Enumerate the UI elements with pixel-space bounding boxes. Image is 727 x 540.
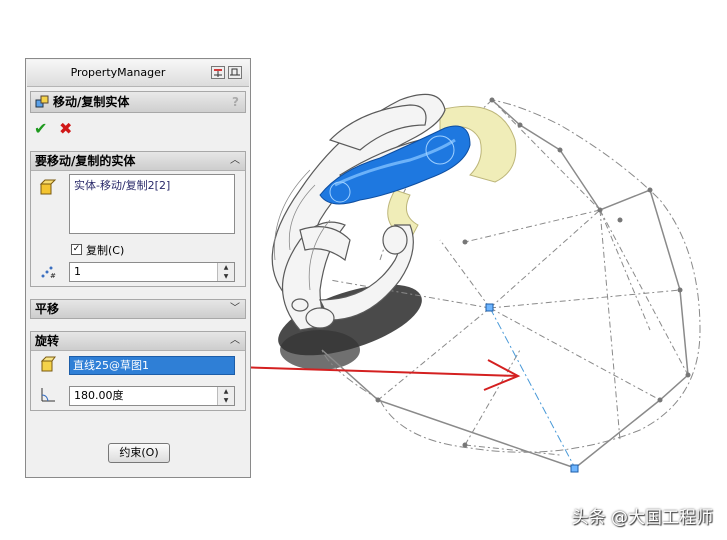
svg-text:#: # xyxy=(50,272,56,280)
rotation-axis-field[interactable]: 直线25@草图1 xyxy=(69,356,235,375)
copy-count-icon: # xyxy=(41,266,56,280)
copy-count-value[interactable]: 1 xyxy=(74,263,81,281)
rotate-group-header[interactable]: 旋转 ︿ xyxy=(31,332,245,351)
spin-down-arrow-icon[interactable]: ▼ xyxy=(218,272,234,281)
translate-group-title: 平移 xyxy=(35,302,60,316)
spin-buttons[interactable]: ▲ ▼ xyxy=(217,263,234,281)
watermark-text: 头条 @大国工程师 xyxy=(571,508,713,528)
header-icons xyxy=(211,66,243,80)
constraints-button[interactable]: 约束(O) xyxy=(108,443,170,463)
panel-header: PropertyManager xyxy=(27,60,249,87)
copy-checkbox[interactable]: ✓ xyxy=(71,244,82,255)
bodies-to-move-group: 要移动/复制的实体 ︿ 实体-移动/复制2[2] ✓ 复制(C) # 1 ▲ ▼ xyxy=(30,151,246,287)
feature-title-bar: 移动/复制实体 ? xyxy=(30,91,246,113)
spin-down-arrow-icon[interactable]: ▼ xyxy=(218,396,234,405)
translate-group[interactable]: 平移 ﹀ xyxy=(30,299,246,319)
pin-icon[interactable] xyxy=(228,66,242,79)
x-icon[interactable]: ✖ xyxy=(59,121,72,137)
bodies-group-header[interactable]: 要移动/复制的实体 ︿ xyxy=(31,152,245,171)
copy-count-spinbox[interactable]: 1 ▲ ▼ xyxy=(69,262,235,282)
checkmark-icon[interactable]: ✔ xyxy=(34,121,47,137)
spin-buttons[interactable]: ▲ ▼ xyxy=(217,387,234,405)
chevron-down-icon[interactable]: ﹀ xyxy=(230,300,240,318)
translate-group-header[interactable]: 平移 ﹀ xyxy=(31,300,245,318)
copy-checkbox-label: 复制(C) xyxy=(86,244,125,257)
property-manager-panel: PropertyManager 移动/复制实体 ? ✔ ✖ 要移动/复制的实体 … xyxy=(25,58,251,478)
panel-title: PropertyManager xyxy=(70,66,166,79)
chevron-up-icon[interactable]: ︿ xyxy=(230,152,240,170)
origin-point-marker[interactable] xyxy=(485,303,494,312)
rotation-angle-value[interactable]: 180.00度 xyxy=(74,387,124,405)
rotation-angle-spinbox[interactable]: 180.00度 ▲ ▼ xyxy=(69,386,235,406)
move-copy-body-icon xyxy=(35,95,49,108)
solid-bodies-icon xyxy=(39,179,57,195)
endpoint-marker[interactable] xyxy=(570,464,579,473)
spin-up-arrow-icon[interactable]: ▲ xyxy=(218,387,234,396)
chevron-up-icon[interactable]: ︿ xyxy=(230,332,240,350)
rotate-group: 旋转 ︿ 直线25@草图1 180.00度 ▲ ▼ xyxy=(30,331,246,411)
help-icon[interactable]: ? xyxy=(232,92,239,112)
collapse-panel-icon[interactable] xyxy=(211,66,225,79)
spin-up-arrow-icon[interactable]: ▲ xyxy=(218,263,234,272)
bodies-selection-list[interactable]: 实体-移动/复制2[2] xyxy=(69,174,235,234)
selected-body-item[interactable]: 实体-移动/复制2[2] xyxy=(74,179,170,192)
rotate-group-title: 旋转 xyxy=(35,334,60,348)
feature-title: 移动/复制实体 xyxy=(53,95,130,109)
bodies-group-title: 要移动/复制的实体 xyxy=(35,154,136,168)
angle-icon xyxy=(41,388,55,402)
rotation-axis-icon xyxy=(40,356,56,372)
